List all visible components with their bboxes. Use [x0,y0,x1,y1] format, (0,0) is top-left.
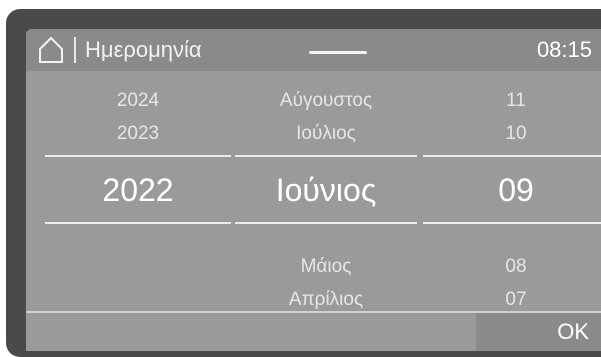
day-option[interactable]: 08 [423,255,601,279]
clock-time: 08:15 [536,37,592,62]
month-option[interactable]: Απρίλιος [235,288,417,312]
year-option[interactable]: 2023 [45,122,231,146]
month-option[interactable]: Αύγουστος [235,89,417,113]
selection-line-bottom [45,222,231,224]
year-selected-value[interactable]: 2022 [45,170,231,210]
ok-button[interactable]: OK [476,313,601,351]
device-display: Ημερομηνία 08:15 2024 2023 2022 Αύγουστο… [0,0,601,357]
month-option[interactable]: Μάιος [235,255,417,279]
day-option[interactable]: 10 [423,122,601,146]
day-option[interactable]: 11 [423,89,601,113]
home-icon [39,36,63,63]
selection-line-top [45,155,231,157]
selection-line-top [423,155,601,157]
drag-handle[interactable] [309,51,367,54]
month-selected-value[interactable]: Ιούνιος [235,170,417,210]
touch-screen: Ημερομηνία 08:15 2024 2023 2022 Αύγουστο… [26,29,601,351]
year-option[interactable]: 2024 [45,89,231,113]
month-picker-column[interactable]: Αύγουστος Ιούλιος Ιούνιος Μάιος Απρίλιος [235,71,417,311]
month-option[interactable]: Ιούλιος [235,122,417,146]
home-button[interactable] [36,35,66,65]
page-title: Ημερομηνία [85,37,202,62]
ok-button-label: OK [557,319,589,344]
selection-line-bottom [423,222,601,224]
day-selected-value[interactable]: 09 [423,170,601,210]
selection-line-bottom [235,222,417,224]
date-picker: 2024 2023 2022 Αύγουστος Ιούλιος Ιούνιος… [26,71,601,311]
day-option[interactable]: 07 [423,288,601,312]
header-divider [74,37,76,63]
device-bezel: Ημερομηνία 08:15 2024 2023 2022 Αύγουστο… [6,9,601,357]
year-picker-column[interactable]: 2024 2023 2022 [45,71,231,311]
header-bar: Ημερομηνία 08:15 [26,29,601,71]
footer-bar: OK [26,313,601,351]
day-picker-column[interactable]: 11 10 09 08 07 [423,71,601,311]
selection-line-top [235,155,417,157]
